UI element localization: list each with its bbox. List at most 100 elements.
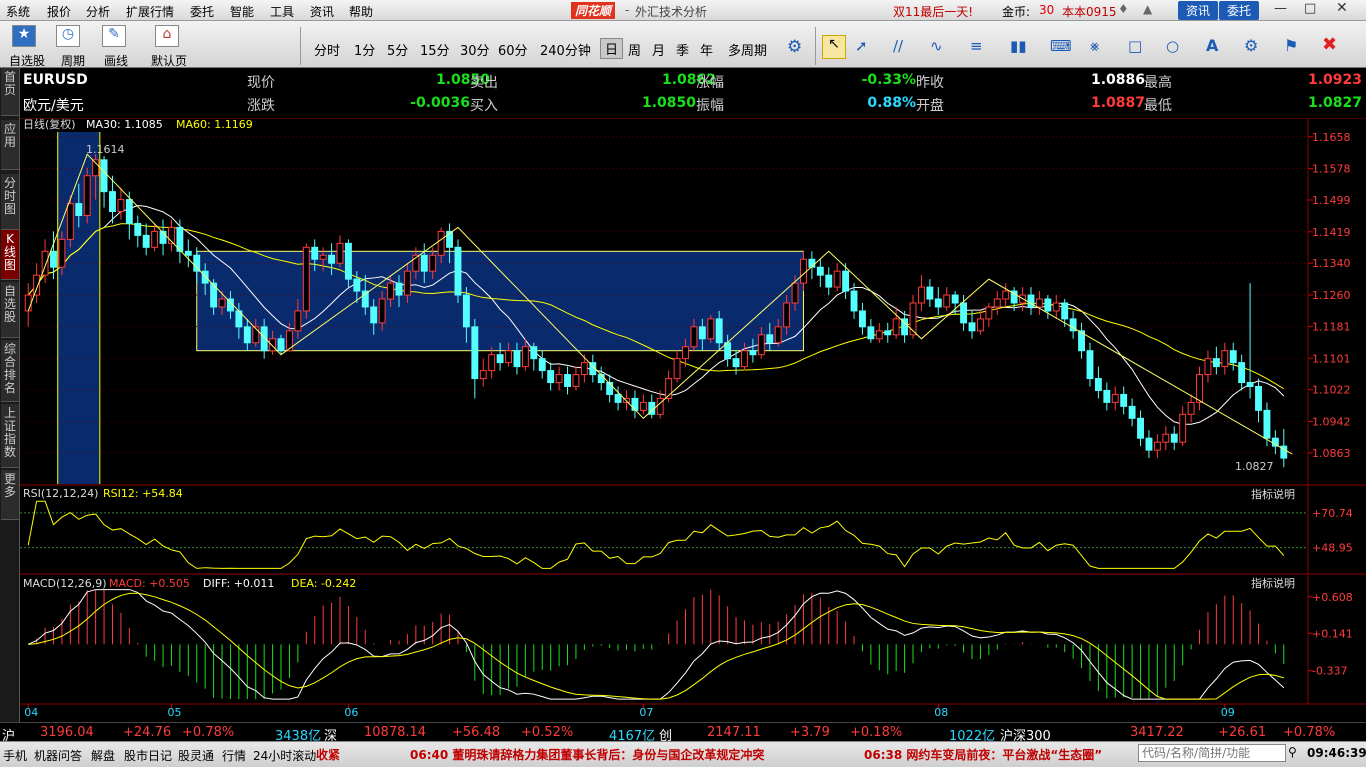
period-30m[interactable]: 30分 xyxy=(460,40,490,59)
menu-analysis[interactable]: 分析 xyxy=(86,3,110,20)
status-analysis[interactable]: 解盘 xyxy=(91,747,115,764)
status-diary[interactable]: 股市日记 xyxy=(124,747,172,764)
rsi-help[interactable]: 指标说明 xyxy=(1251,487,1295,501)
bell-icon[interactable]: ♦ xyxy=(1118,2,1129,16)
period-week[interactable]: 周 xyxy=(628,40,641,59)
sidebar-item-kline[interactable]: K线图 xyxy=(1,230,19,280)
sidebar-item-intraday[interactable]: 分时图 xyxy=(1,174,19,230)
candle xyxy=(800,258,807,284)
maximize-icon[interactable]: □ xyxy=(1304,1,1316,16)
sidebar-item-shindex[interactable]: 上证指数 xyxy=(1,404,19,468)
home-icon[interactable]: ⌂ xyxy=(155,25,179,47)
star-icon[interactable]: ★ xyxy=(12,25,36,47)
fib-icon[interactable]: ≡ xyxy=(970,37,983,55)
ticker-change: +26.61 xyxy=(1218,725,1267,740)
candle xyxy=(151,230,159,248)
rectangle-icon[interactable]: □ xyxy=(1128,37,1142,55)
text-tool-icon[interactable]: A xyxy=(1206,36,1218,55)
sidebar-item-watchlist[interactable]: 自选股 xyxy=(1,282,19,338)
promo-text[interactable]: 双11最后一天! xyxy=(893,3,973,20)
period-fenshi[interactable]: 分时 xyxy=(314,40,340,59)
search-input[interactable] xyxy=(1138,744,1286,762)
trade-button[interactable]: 委托 xyxy=(1219,1,1260,20)
line-tool-icon[interactable]: ➚ xyxy=(855,37,868,55)
news-button[interactable]: 资讯 xyxy=(1178,1,1219,20)
candle xyxy=(496,354,504,364)
candle xyxy=(757,334,765,356)
ticker-change: +56.48 xyxy=(452,725,501,740)
status-qa[interactable]: 机器问答 xyxy=(34,747,82,764)
close-icon[interactable]: ✕ xyxy=(1336,0,1348,16)
channel-icon[interactable]: ⌨ xyxy=(1050,37,1072,55)
menu-extended[interactable]: 扩展行情 xyxy=(126,3,174,20)
menu-news[interactable]: 资讯 xyxy=(310,3,334,20)
period-day[interactable]: 日 xyxy=(600,38,624,59)
period-60m[interactable]: 60分 xyxy=(498,40,528,59)
bookmark-icon[interactable]: ⚑ xyxy=(1284,36,1298,55)
menu-system[interactable]: 系统 xyxy=(6,3,30,20)
period-button[interactable]: 周期 xyxy=(61,52,85,69)
sidebar-item-more[interactable]: 更多 xyxy=(1,470,19,520)
news-headline[interactable]: 06:40 董明珠请辞格力集团董事长背后：身份与国企改革规定冲突 xyxy=(410,746,764,763)
candle xyxy=(707,318,715,340)
quote-value: -0.33% xyxy=(861,72,916,88)
candle xyxy=(698,326,706,340)
search-icon[interactable]: ⚲ xyxy=(1288,745,1297,759)
status-lingtong[interactable]: 股灵通 xyxy=(178,747,214,764)
status-market[interactable]: 行情 xyxy=(222,747,246,764)
candle xyxy=(993,298,1001,308)
macd-help[interactable]: 指标说明 xyxy=(1251,576,1295,590)
period-month[interactable]: 月 xyxy=(652,40,665,59)
minimize-icon[interactable]: — xyxy=(1274,1,1287,16)
fan-icon[interactable]: ⨳ xyxy=(1090,37,1099,55)
period-240m[interactable]: 240分钟 xyxy=(540,40,591,59)
default-page-button[interactable]: 默认页 xyxy=(151,52,187,69)
parallel-line-icon[interactable]: ∕∕ xyxy=(893,37,903,55)
ellipse-icon[interactable]: ○ xyxy=(1166,37,1179,55)
sidebar-item-apps[interactable]: 应用 xyxy=(1,120,19,170)
period-5m[interactable]: 5分 xyxy=(387,40,408,59)
delete-drawing-icon[interactable]: ✖ xyxy=(1322,34,1337,55)
sidebar-item-ranking[interactable]: 综合排名 xyxy=(1,340,19,402)
menu-help[interactable]: 帮助 xyxy=(349,3,373,20)
period-15m[interactable]: 15分 xyxy=(420,40,450,59)
kline-chart[interactable]: +70.74 +48.95 +0.608 +0.141 -0.337 1.1658 1.… xyxy=(20,118,1366,722)
menu-trade[interactable]: 委托 xyxy=(190,3,214,20)
wave-icon[interactable]: ∿ xyxy=(930,37,943,55)
diff-value: DIFF: +0.011 xyxy=(203,577,274,590)
gear-icon[interactable]: ⚙ xyxy=(787,37,802,57)
price-tick: 1.1578 xyxy=(1312,163,1351,176)
price-tick: 1.1022 xyxy=(1312,384,1351,397)
shirt-icon[interactable]: ▲ xyxy=(1143,2,1152,16)
period-quarter[interactable]: 季 xyxy=(676,40,689,59)
candle xyxy=(109,191,116,213)
status-bar: 手机 机器问答 解盘 股市日记 股灵通 行情 24小时滚动 收紧 06:40 董… xyxy=(0,741,1366,767)
news-headline[interactable]: 06:38 网约车变局前夜：平台激战“生态圈” xyxy=(864,746,1102,763)
candle xyxy=(1196,374,1203,403)
period-year[interactable]: 年 xyxy=(700,40,713,59)
menu-tools[interactable]: 工具 xyxy=(270,3,294,20)
clock-icon[interactable]: ◷ xyxy=(56,25,80,47)
status-mobile[interactable]: 手机 xyxy=(3,747,27,764)
menu-quote[interactable]: 报价 xyxy=(47,3,71,20)
price-tick: 1.1340 xyxy=(1312,257,1351,270)
candle xyxy=(437,230,445,256)
period-1m[interactable]: 1分 xyxy=(354,40,375,59)
period-multi[interactable]: 多周期 xyxy=(728,40,767,59)
menu-smart[interactable]: 智能 xyxy=(230,3,254,20)
candle xyxy=(1137,417,1144,439)
bars-icon[interactable]: ▮▮ xyxy=(1010,37,1027,55)
candle xyxy=(580,362,588,376)
candle xyxy=(715,318,723,344)
watchlist-button[interactable]: 自选股 xyxy=(9,52,45,69)
sidebar-item-home[interactable]: 首页 xyxy=(1,68,19,116)
candle xyxy=(505,350,512,364)
pencil-icon[interactable]: ✎ xyxy=(102,25,126,47)
candle xyxy=(926,286,934,300)
coins-label: 金币: xyxy=(1002,5,1031,19)
version-label[interactable]: 本本0915 xyxy=(1062,3,1117,20)
cursor-icon[interactable]: ↖ xyxy=(822,35,846,59)
draw-settings-icon[interactable]: ⚙ xyxy=(1244,36,1258,55)
status-rolling[interactable]: 24小时滚动 xyxy=(253,747,316,764)
draw-line-button[interactable]: 画线 xyxy=(104,52,128,69)
